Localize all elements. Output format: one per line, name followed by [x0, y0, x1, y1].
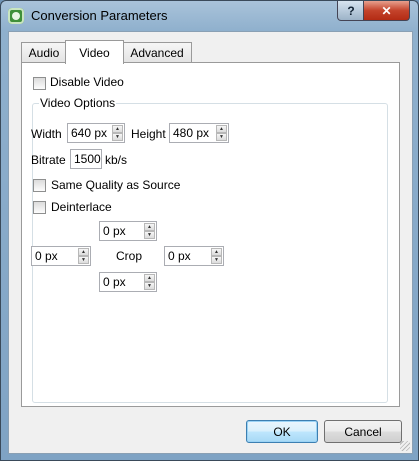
video-options-group: Video Options Width 640 px ▲ ▼ Height 48…	[31, 96, 388, 403]
bitrate-unit: kb/s	[105, 153, 128, 167]
same-quality-label: Same Quality as Source	[51, 178, 181, 192]
crop-left-spinbox[interactable]: 0 px ▲ ▼	[31, 246, 91, 266]
crop-right-value: 0 px	[168, 249, 191, 263]
close-button[interactable]: ✕	[363, 1, 410, 21]
deinterlace-label: Deinterlace	[51, 200, 112, 214]
height-label: Height	[131, 127, 166, 141]
tab-audio[interactable]: Audio	[21, 42, 67, 63]
disable-video-label: Disable Video	[50, 75, 124, 89]
disable-video-checkbox[interactable]	[33, 77, 46, 90]
width-up-arrow-icon[interactable]: ▲	[112, 125, 123, 133]
crop-top-spinbox[interactable]: 0 px ▲ ▼	[99, 221, 157, 241]
bitrate-value: 1500	[74, 152, 101, 166]
deinterlace-checkbox[interactable]	[33, 201, 46, 214]
crop-bottom-spinbox[interactable]: 0 px ▲ ▼	[99, 272, 157, 292]
width-spinbox[interactable]: 640 px ▲ ▼	[67, 123, 125, 143]
crop-top-value: 0 px	[103, 224, 126, 238]
ok-button[interactable]: OK	[246, 420, 318, 443]
width-value: 640 px	[71, 126, 108, 140]
height-down-arrow-icon[interactable]: ▼	[216, 133, 227, 141]
tab-advanced[interactable]: Advanced	[122, 42, 192, 63]
ok-button-label: OK	[273, 424, 291, 439]
crop-bottom-up-arrow-icon[interactable]: ▲	[144, 274, 155, 282]
tab-video[interactable]: Video	[65, 40, 124, 64]
resize-grip[interactable]	[400, 441, 410, 451]
height-up-arrow-icon[interactable]: ▲	[216, 125, 227, 133]
video-options-title: Video Options	[39, 96, 117, 110]
dialog-client-area: Audio Video Advanced Disable Video Video…	[8, 31, 413, 454]
title-bar[interactable]: Conversion Parameters ? ✕	[1, 1, 418, 31]
crop-top-up-arrow-icon[interactable]: ▲	[144, 223, 155, 231]
cancel-button[interactable]: Cancel	[324, 420, 402, 443]
window-title: Conversion Parameters	[31, 8, 168, 23]
bitrate-label: Bitrate	[31, 153, 66, 167]
crop-bottom-down-arrow-icon[interactable]: ▼	[144, 282, 155, 290]
crop-bottom-value: 0 px	[103, 275, 126, 289]
help-button[interactable]: ?	[337, 1, 365, 21]
video-tab-panel: Disable Video Video Options Width 640 px…	[21, 62, 400, 407]
tab-audio-label: Audio	[28, 46, 60, 60]
crop-left-value: 0 px	[35, 249, 58, 263]
crop-right-down-arrow-icon[interactable]: ▼	[211, 256, 222, 264]
height-spinbox[interactable]: 480 px ▲ ▼	[169, 123, 229, 143]
cancel-button-label: Cancel	[344, 424, 382, 439]
bitrate-input[interactable]: 1500	[70, 149, 102, 169]
tab-advanced-label: Advanced	[130, 46, 184, 60]
crop-label: Crop	[116, 249, 143, 263]
dialog-window: Conversion Parameters ? ✕ Audio Video Ad…	[0, 0, 419, 461]
crop-right-up-arrow-icon[interactable]: ▲	[211, 248, 222, 256]
height-value: 480 px	[173, 126, 210, 140]
app-icon	[8, 8, 24, 24]
crop-left-up-arrow-icon[interactable]: ▲	[78, 248, 89, 256]
width-label: Width	[31, 127, 62, 141]
width-down-arrow-icon[interactable]: ▼	[112, 133, 123, 141]
crop-left-down-arrow-icon[interactable]: ▼	[78, 256, 89, 264]
tab-video-label: Video	[79, 45, 110, 60]
crop-right-spinbox[interactable]: 0 px ▲ ▼	[164, 246, 224, 266]
crop-top-down-arrow-icon[interactable]: ▼	[144, 231, 155, 239]
same-quality-checkbox[interactable]	[33, 179, 46, 192]
